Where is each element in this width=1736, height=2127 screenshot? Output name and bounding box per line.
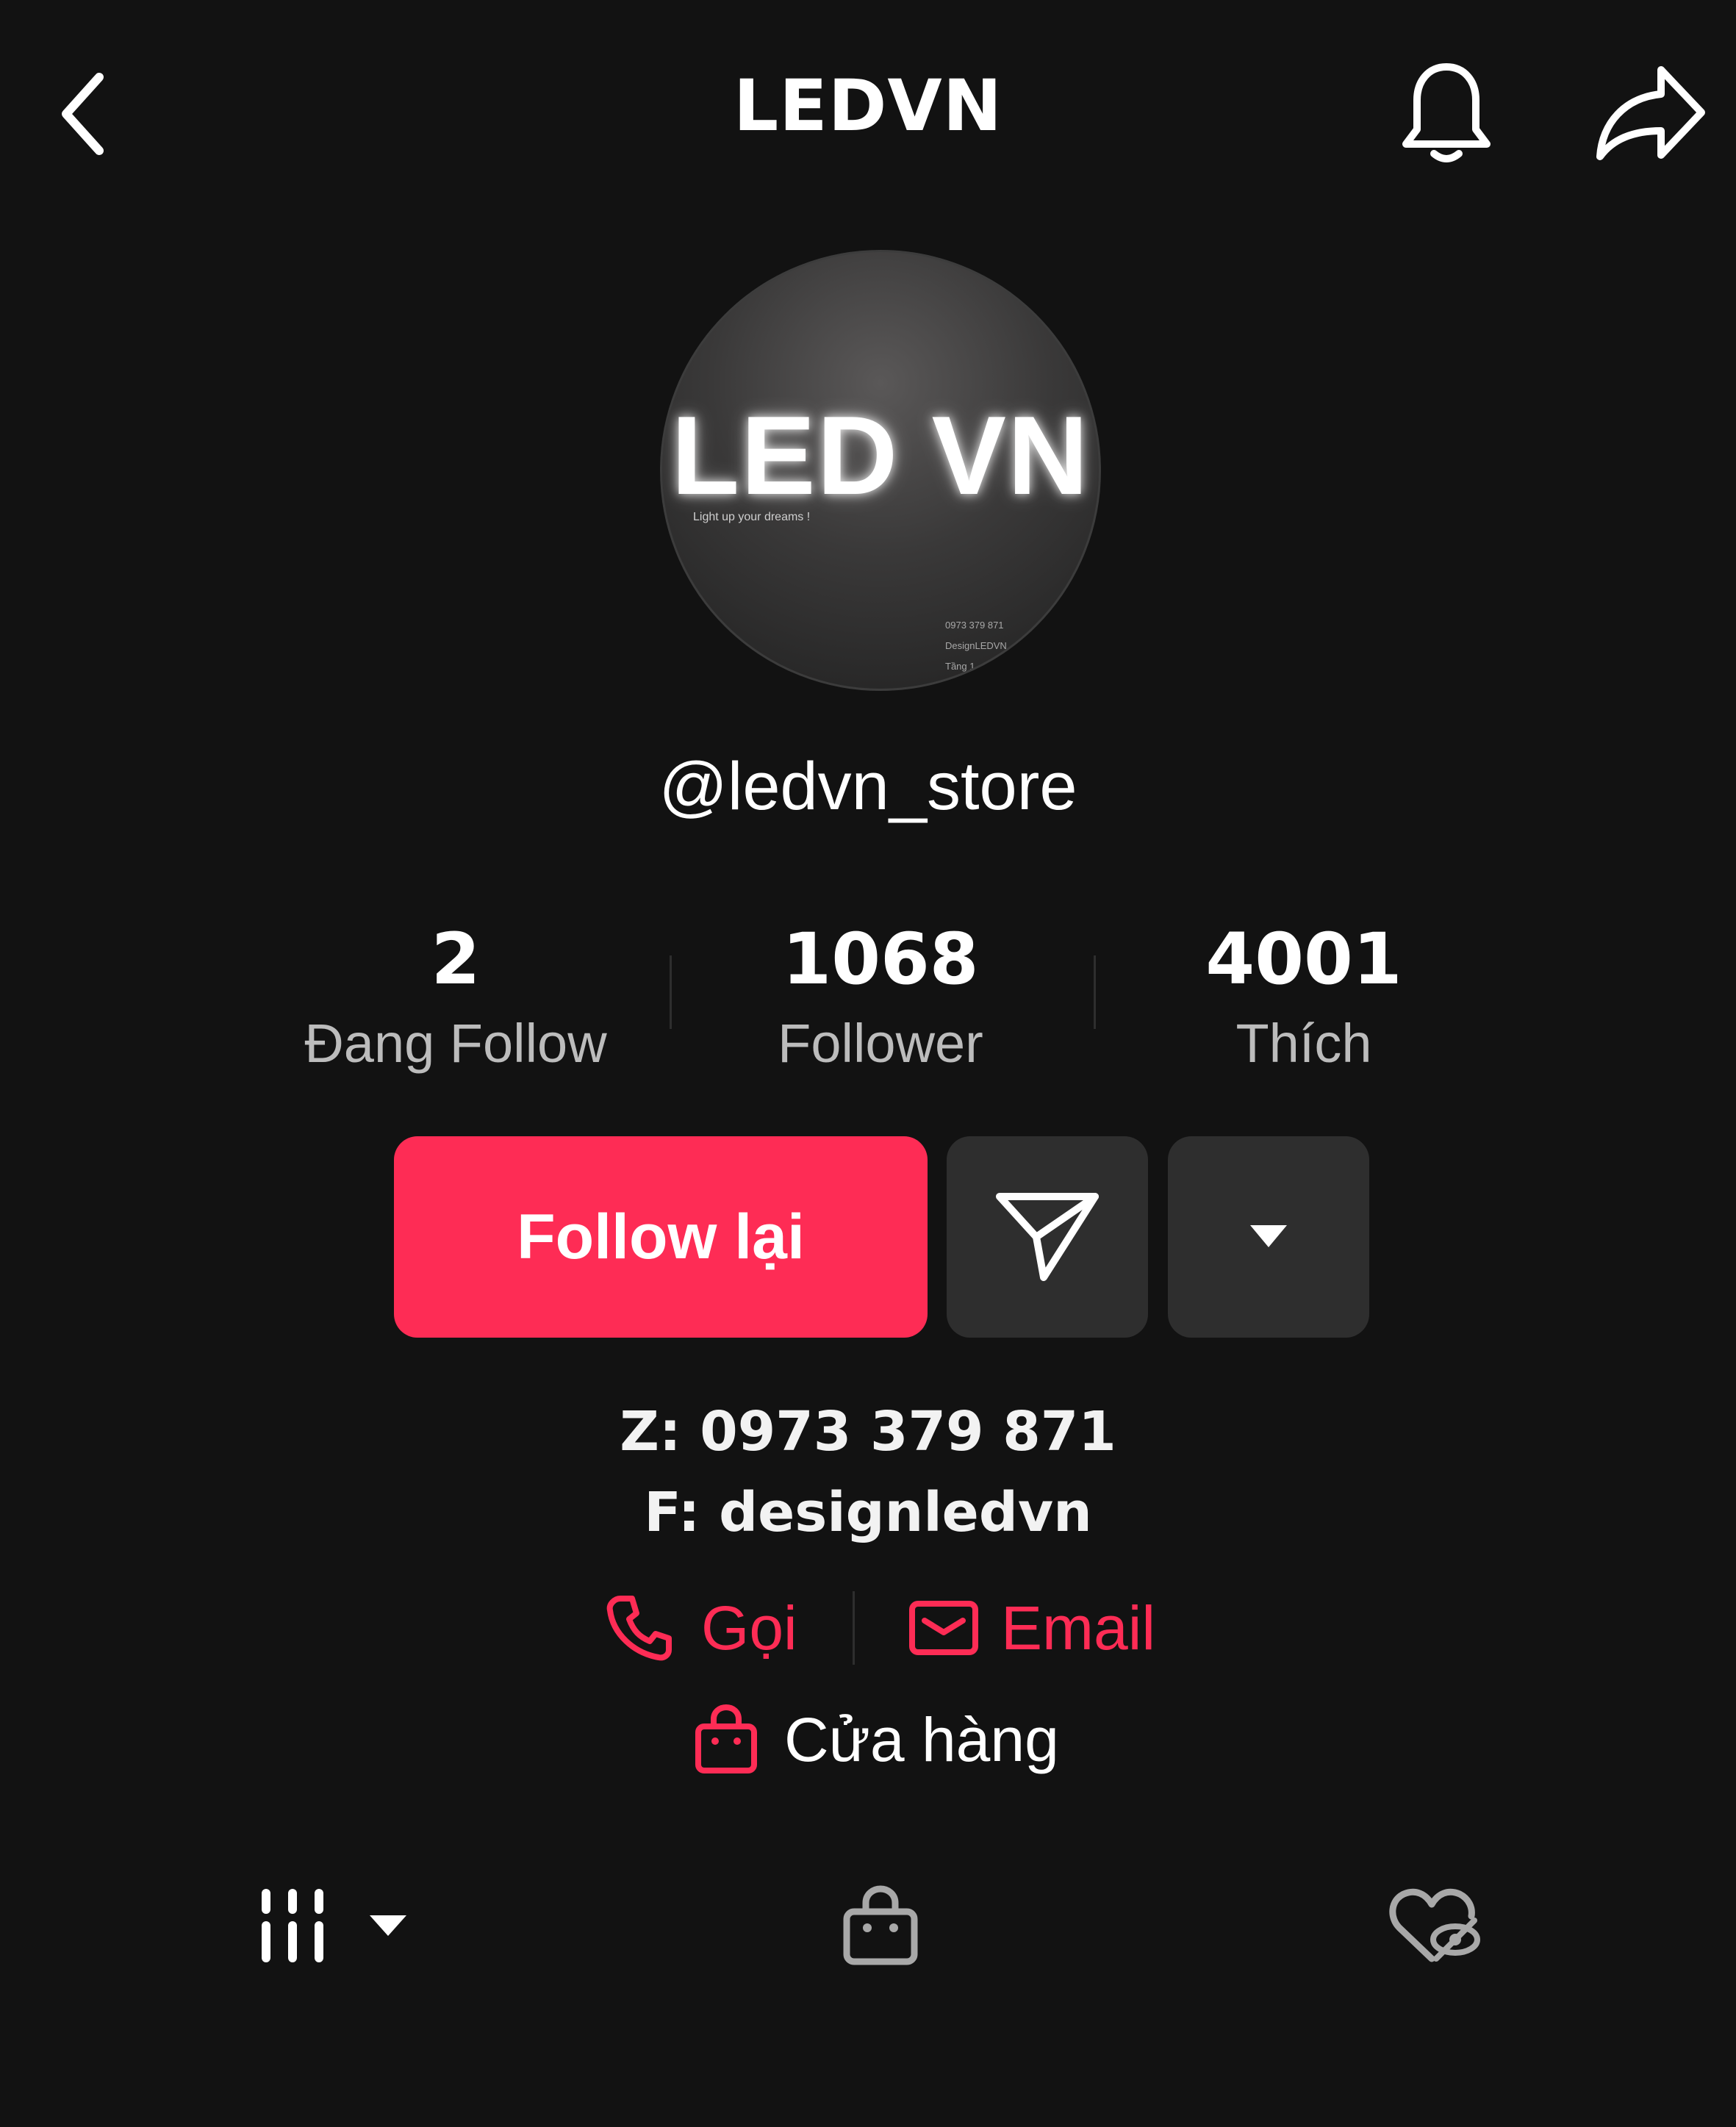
stat-label: Follower: [778, 1013, 983, 1074]
caret-down-icon: [370, 1915, 406, 1936]
username-handle: @ledvn_store: [659, 749, 1077, 824]
grid-icon: [262, 1889, 323, 1962]
shopping-bag-icon: [843, 1885, 918, 1965]
more-options-button[interactable]: [1168, 1136, 1369, 1338]
send-icon: [996, 1193, 1099, 1281]
stat-value: 1068: [782, 918, 979, 1000]
contact-divider: [853, 1591, 855, 1665]
follow-back-button[interactable]: Follow lại: [394, 1136, 928, 1338]
bio-line: F: designledvn: [644, 1481, 1092, 1544]
email-link[interactable]: Email: [908, 1588, 1155, 1668]
stat-followers[interactable]: 1068 Follower: [675, 915, 1086, 1084]
stat-value: 4001: [1205, 918, 1402, 1000]
bio-line: Z: 0973 379 871: [620, 1400, 1116, 1463]
avatar-tagline: Light up your dreams !: [693, 511, 811, 523]
shop-label: Cửa hàng: [784, 1704, 1059, 1774]
stat-divider: [670, 955, 672, 1029]
avatar-caption-line: DesignLEDVN: [945, 640, 1007, 651]
tab-shop[interactable]: [842, 1885, 919, 1966]
message-button[interactable]: [947, 1136, 1148, 1338]
stat-label: Thích: [1235, 1013, 1372, 1074]
avatar-caption-line: Tầng 1: [945, 661, 975, 672]
notification-button[interactable]: [1395, 57, 1498, 168]
tab-liked[interactable]: [1388, 1885, 1483, 1966]
avatar-caption-line: 0973 379 871: [945, 620, 1004, 631]
email-label: Email: [1001, 1593, 1156, 1662]
stat-likes: 4001 Thích: [1098, 915, 1510, 1084]
bell-icon: [1402, 62, 1491, 162]
stat-value: 2: [431, 918, 481, 1000]
call-link[interactable]: Gọi: [604, 1588, 797, 1668]
phone-icon: [606, 1596, 672, 1661]
share-button[interactable]: [1588, 57, 1712, 168]
shopping-bag-icon: [695, 1704, 757, 1773]
avatar[interactable]: LED VN Light up your dreams ! 0973 379 8…: [660, 250, 1101, 691]
hidden-heart-icon: [1389, 1888, 1480, 1962]
share-arrow-icon: [1596, 66, 1705, 160]
stat-divider: [1094, 955, 1096, 1029]
stat-following[interactable]: 2 Đang Follow: [250, 915, 661, 1084]
caret-down-icon: [1250, 1225, 1287, 1247]
shop-link[interactable]: Cửa hàng: [695, 1699, 1059, 1780]
call-label: Gọi: [701, 1593, 797, 1662]
stat-label: Đang Follow: [304, 1013, 607, 1074]
mail-icon: [909, 1601, 978, 1655]
tab-videos[interactable]: [257, 1885, 409, 1966]
avatar-logo: LED VN: [671, 393, 1090, 518]
